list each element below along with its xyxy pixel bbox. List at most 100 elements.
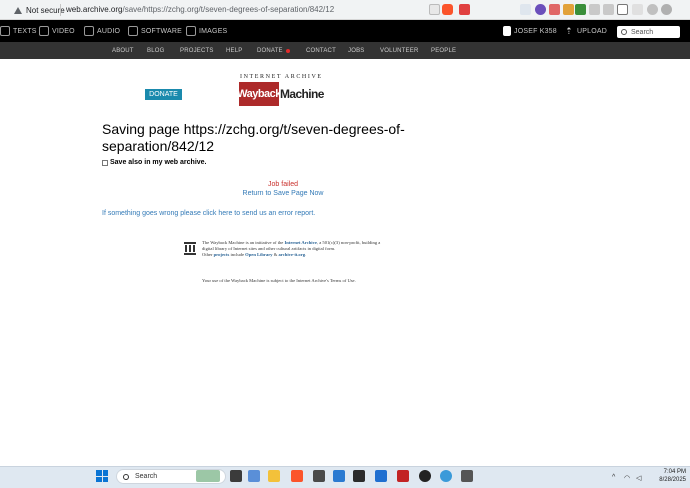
sub-nav-about[interactable]: ABOUT: [112, 42, 134, 59]
clock-time: 7:04 PM: [663, 469, 686, 475]
task-view-icon[interactable]: [230, 470, 242, 482]
save-also-checkbox[interactable]: [102, 159, 108, 166]
security-indicator[interactable]: Not secure: [14, 3, 65, 17]
sub-nav-donate[interactable]: DONATE: [257, 42, 290, 59]
sub-nav-help[interactable]: HELP: [226, 42, 242, 59]
music-icon[interactable]: [589, 4, 600, 15]
speaker-icon[interactable]: ◁: [636, 474, 641, 482]
url-path: /save/https://zchg.org/t/seven-degrees-o…: [122, 5, 335, 14]
terminal-icon[interactable]: [353, 470, 365, 482]
wallet-icon[interactable]: [632, 4, 643, 15]
chevron-up-icon[interactable]: ^: [612, 474, 615, 481]
speaker-icon: [84, 26, 94, 36]
search-icon: [621, 29, 627, 35]
donate-button[interactable]: DONATE: [145, 89, 182, 100]
profile-icon[interactable]: [661, 4, 672, 15]
footer-text: .: [305, 252, 307, 257]
extension-icon[interactable]: [535, 4, 546, 15]
footer-text: Other: [202, 252, 214, 257]
brave-browser-icon[interactable]: [291, 470, 303, 482]
nav-audio[interactable]: AUDIO: [84, 20, 120, 42]
machine-logo-part: Machine: [280, 87, 324, 101]
app-icon[interactable]: [419, 470, 431, 482]
nav-video[interactable]: VIDEO: [39, 20, 75, 42]
taskbar-clock[interactable]: 7:04 PM 8/28/2025: [650, 468, 686, 484]
archive-building-icon: [184, 242, 196, 255]
nav-label: IMAGES: [199, 27, 228, 35]
share-icon[interactable]: [429, 4, 440, 15]
user-name: JOSEF K358: [514, 27, 557, 35]
terms-of-use-link[interactable]: Terms of Use: [330, 278, 355, 283]
job-status: Job failed: [268, 181, 298, 188]
nav-texts[interactable]: TEXTS: [0, 20, 37, 42]
weather-widget-icon[interactable]: [196, 470, 220, 482]
file-explorer-icon[interactable]: [268, 470, 280, 482]
security-label: Not secure: [26, 5, 65, 15]
app-icon[interactable]: [375, 470, 387, 482]
search-icon: [123, 473, 129, 480]
archive-it-link[interactable]: archive-it.org: [278, 252, 305, 257]
page-title: Saving page https://zchg.org/t/seven-deg…: [102, 121, 405, 154]
sub-nav-volunteer[interactable]: VOLUNTEER: [380, 42, 418, 59]
nav-label: TEXTS: [13, 27, 37, 35]
sub-nav-jobs[interactable]: JOBS: [348, 42, 364, 59]
sidebar-icon[interactable]: [617, 4, 628, 15]
calculator-icon[interactable]: [313, 470, 325, 482]
internet-archive-link[interactable]: Internet Archive: [284, 240, 316, 245]
wifi-icon[interactable]: ◠: [624, 474, 630, 482]
open-library-link[interactable]: Open Library: [245, 252, 272, 257]
nav-images[interactable]: IMAGES: [186, 20, 227, 42]
search-placeholder: Search: [631, 28, 654, 36]
extension-icon[interactable]: [459, 4, 470, 15]
image-icon: [186, 26, 196, 36]
extension-icon[interactable]: [575, 4, 586, 15]
sub-nav-label: CONTACT: [306, 47, 336, 54]
upload-button[interactable]: ⇡ UPLOAD: [565, 20, 607, 42]
sub-nav-projects[interactable]: PROJECTS: [180, 42, 214, 59]
bookmarks-icon[interactable]: [603, 4, 614, 15]
sub-nav-label: VOLUNTEER: [380, 47, 419, 54]
warning-icon: [14, 6, 22, 14]
wayback-machine-logo[interactable]: Wayback Machine: [237, 82, 327, 106]
footer-text: Your use of the Wayback Machine is subje…: [202, 278, 330, 283]
extension-icon[interactable]: [549, 4, 560, 15]
search-input[interactable]: Search: [617, 26, 680, 38]
vscode-icon[interactable]: [333, 470, 345, 482]
filezilla-icon[interactable]: [397, 470, 409, 482]
extension-icon[interactable]: [563, 4, 574, 15]
address-bar-divider: [60, 4, 61, 16]
brave-shield-icon[interactable]: [442, 4, 453, 15]
footer-text: .: [354, 278, 356, 283]
user-avatar-icon: [503, 26, 511, 36]
app-icon[interactable]: [440, 470, 452, 482]
save-also-option[interactable]: Save also in my web archive.: [102, 159, 207, 166]
error-report-link[interactable]: If something goes wrong please click her…: [102, 210, 315, 217]
footer-text: include: [229, 252, 246, 257]
return-to-save-page-link[interactable]: Return to Save Page Now: [0, 190, 566, 197]
book-icon: [0, 26, 10, 36]
windows-start-icon[interactable]: [96, 470, 108, 482]
projects-link[interactable]: projects: [214, 252, 230, 257]
sub-nav-label: PEOPLE: [431, 47, 457, 54]
url-field[interactable]: web.archive.org/save/https://zchg.org/t/…: [66, 3, 334, 17]
nav-software[interactable]: SOFTWARE: [128, 20, 182, 42]
sub-nav-label: PROJECTS: [180, 47, 214, 54]
app-icon[interactable]: [461, 470, 473, 482]
link-extension-icon[interactable]: [520, 4, 531, 15]
url-host: web.archive.org: [66, 5, 123, 14]
sub-nav-people[interactable]: PEOPLE: [431, 42, 456, 59]
clock-date: 8/28/2025: [659, 477, 686, 483]
sub-nav-blog[interactable]: BLOG: [147, 42, 164, 59]
internet-archive-wordmark: INTERNET ARCHIVE: [240, 74, 323, 80]
sub-nav-label: BLOG: [147, 47, 165, 54]
secondary-nav: [0, 42, 690, 59]
film-icon: [39, 26, 49, 36]
sub-nav-contact[interactable]: CONTACT: [306, 42, 336, 59]
user-menu[interactable]: JOSEF K358: [503, 20, 557, 42]
upload-icon: ⇡: [565, 25, 573, 36]
sub-nav-label: DONATE: [257, 47, 283, 54]
floppy-icon: [128, 26, 138, 36]
footer-terms: Your use of the Wayback Machine is subje…: [202, 278, 382, 284]
widgets-icon[interactable]: [248, 470, 260, 482]
vpn-icon[interactable]: [647, 4, 658, 15]
